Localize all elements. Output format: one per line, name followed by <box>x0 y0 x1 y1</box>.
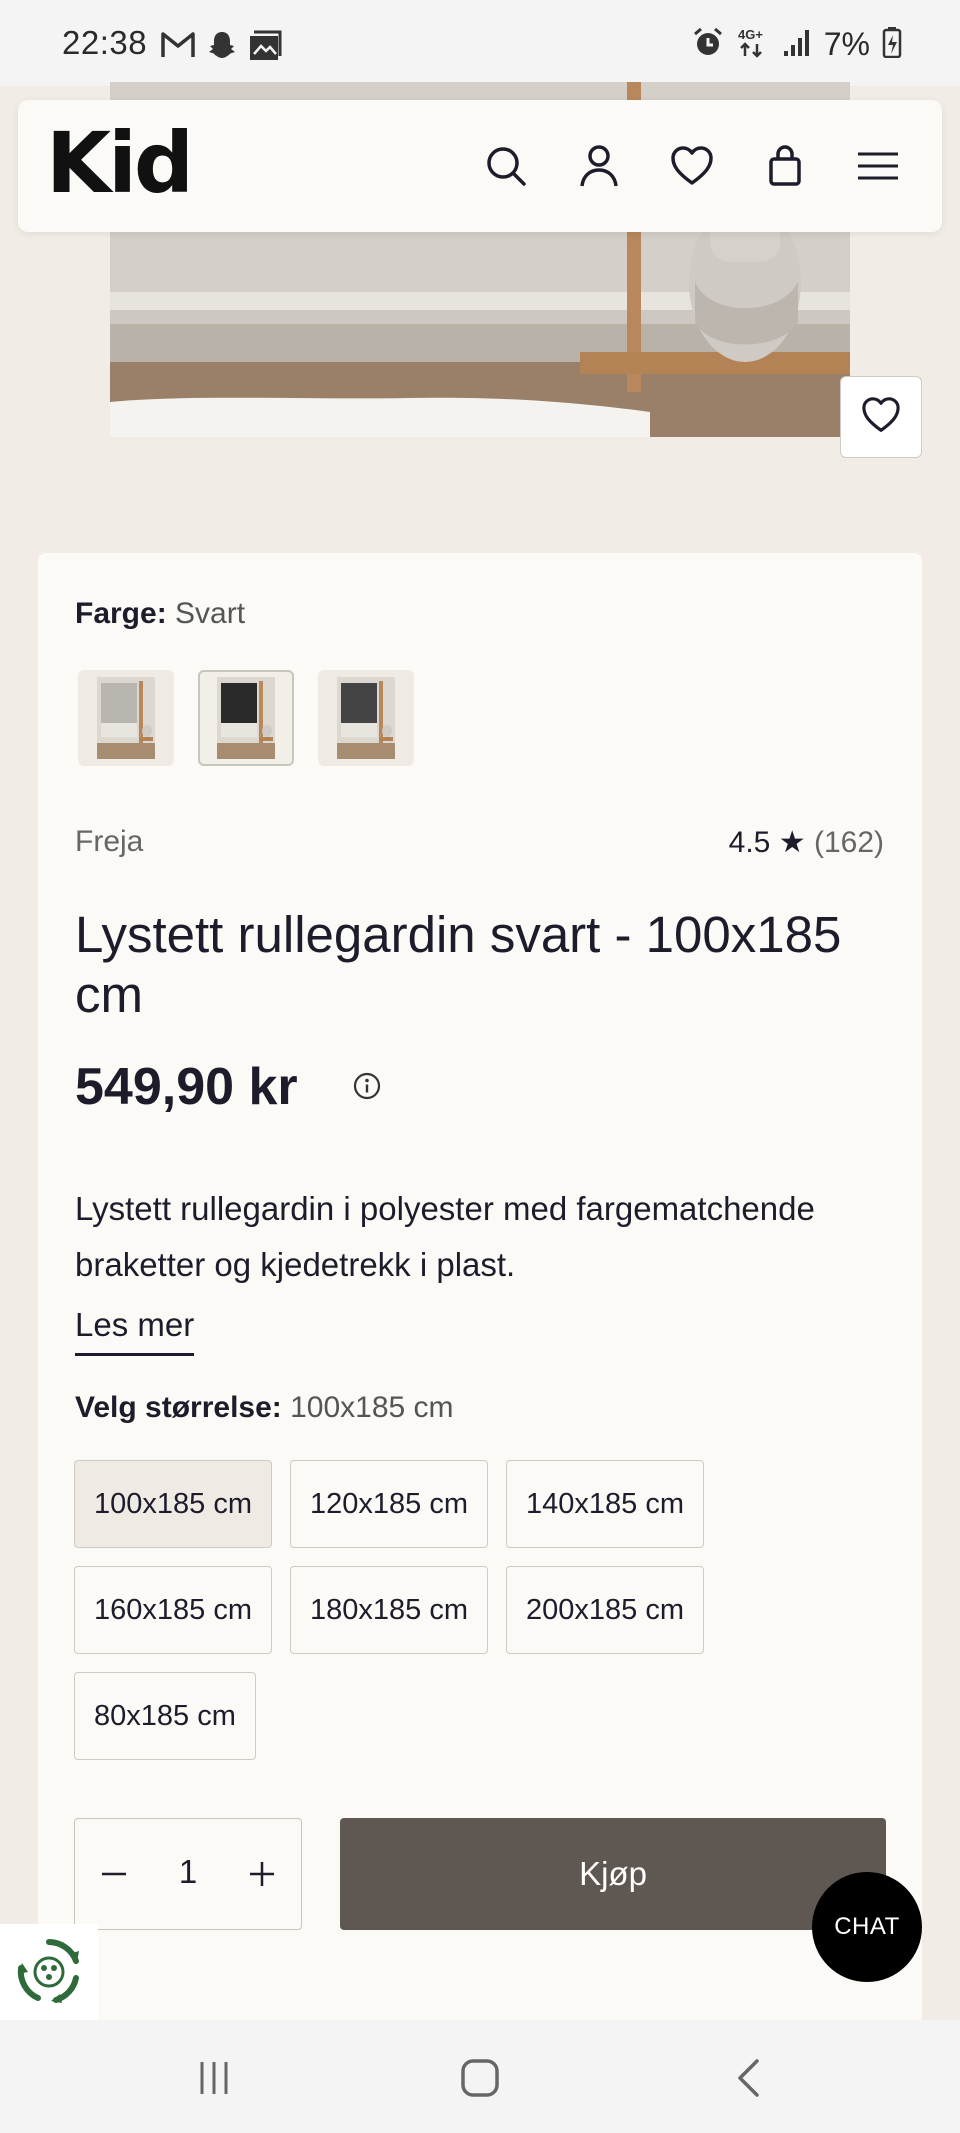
size-option[interactable]: 100x185 cm <box>74 1460 272 1548</box>
chat-button[interactable]: CHAT <box>812 1872 922 1982</box>
quantity-stepper: 1 <box>74 1818 302 1930</box>
color-label-title: Farge: <box>75 597 167 630</box>
menu-icon[interactable] <box>854 142 902 190</box>
color-label: Farge: Svart <box>75 597 245 631</box>
status-bar: 22:38 4G+ 7% <box>0 0 960 86</box>
size-option[interactable]: 120x185 cm <box>290 1460 488 1548</box>
network-4g-icon: 4G+ <box>736 26 770 63</box>
search-icon[interactable] <box>482 142 530 190</box>
heart-icon[interactable] <box>668 142 716 190</box>
home-icon[interactable] <box>458 2056 502 2100</box>
signal-icon <box>782 27 812 62</box>
product-price: 549,90 kr <box>75 1058 298 1116</box>
color-swatch-dark-grey-roller-blind[interactable] <box>318 670 414 766</box>
swatch-thumbnail <box>97 677 155 759</box>
back-icon[interactable] <box>728 2056 772 2100</box>
rating-count: (162) <box>813 826 884 859</box>
site-header: Kid <box>18 100 942 232</box>
kid-logo[interactable]: Kid <box>46 114 194 212</box>
product-card: Farge: Svart Freja 4.5 ★ (162) Lystett r… <box>38 553 922 2033</box>
info-icon[interactable] <box>352 1071 382 1101</box>
star-icon: ★ <box>778 826 806 859</box>
size-value: 100x185 cm <box>290 1391 454 1424</box>
size-option[interactable]: 180x185 cm <box>290 1566 488 1654</box>
product-rating[interactable]: 4.5 ★ (162) <box>729 825 884 860</box>
color-swatches <box>78 670 414 766</box>
eco-badge[interactable] <box>0 1924 98 2022</box>
status-left-icons <box>160 30 282 67</box>
brand-name[interactable]: Freja <box>75 825 143 859</box>
product-description: Lystett rullegardin i polyester med farg… <box>75 1190 815 1283</box>
color-swatch-beige-roller-blind[interactable] <box>78 670 174 766</box>
swatch-thumbnail <box>217 677 275 759</box>
increase-quantity-button[interactable] <box>245 1857 279 1891</box>
size-option[interactable]: 200x185 cm <box>506 1566 704 1654</box>
recycle-icon <box>14 1936 84 2011</box>
bag-icon[interactable] <box>761 142 809 190</box>
heart-icon <box>861 396 901 438</box>
rating-value: 4.5 <box>728 826 771 859</box>
size-label: Velg størrelse: 100x185 cm <box>75 1391 454 1425</box>
product-title: Lystett rullegardin svart - 100x185 cm <box>75 906 842 1023</box>
svg-text:4G+: 4G+ <box>738 27 763 42</box>
status-time: 22:38 <box>62 24 148 61</box>
size-option[interactable]: 140x185 cm <box>506 1460 704 1548</box>
size-option[interactable]: 80x185 cm <box>74 1672 256 1760</box>
size-label-title: Velg størrelse: <box>75 1391 282 1424</box>
color-value: Svart <box>175 597 246 630</box>
buy-button[interactable]: Kjøp <box>340 1818 886 1930</box>
color-swatch-black-roller-blind[interactable] <box>198 670 294 766</box>
status-right-icons: 4G+ 7% <box>692 26 902 63</box>
alarm-icon <box>692 26 724 63</box>
gallery-icon <box>248 30 282 67</box>
size-options: 100x185 cm 120x185 cm 140x185 cm 160x185 cm… <box>74 1460 894 1760</box>
snapchat-icon <box>206 30 238 67</box>
swatch-thumbnail <box>337 677 395 759</box>
add-to-wishlist-button[interactable] <box>840 376 922 458</box>
read-more-link[interactable]: Les mer <box>75 1297 195 1356</box>
user-icon[interactable] <box>575 142 623 190</box>
battery-percentage: 7% <box>823 26 870 62</box>
size-option[interactable]: 160x185 cm <box>74 1566 272 1654</box>
recent-apps-icon[interactable] <box>192 2056 236 2100</box>
system-nav-bar <box>0 2020 960 2133</box>
gmail-icon <box>160 30 196 67</box>
battery-icon <box>882 26 902 63</box>
